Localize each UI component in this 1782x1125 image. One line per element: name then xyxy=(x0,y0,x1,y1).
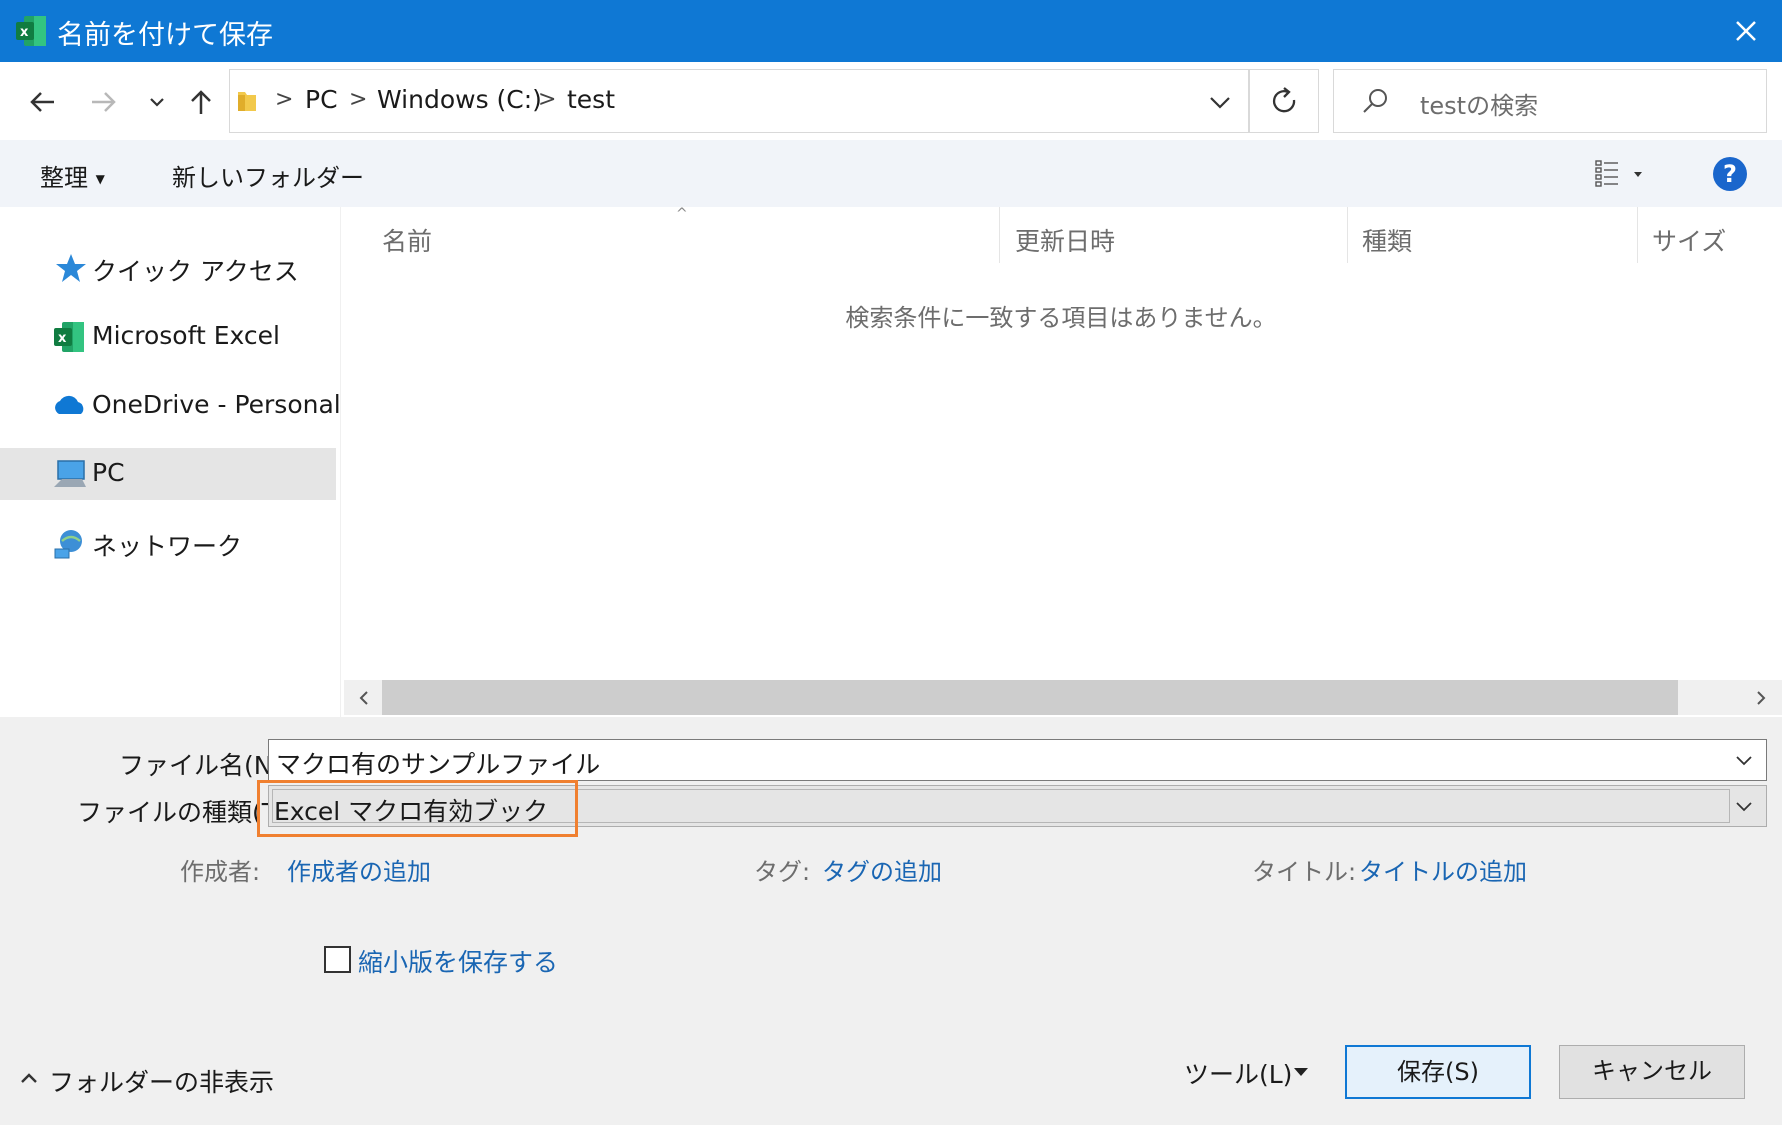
change-view-button[interactable] xyxy=(1590,156,1650,192)
arrow-left-icon xyxy=(30,92,54,112)
filename-input[interactable]: マクロ有のサンプルファイル xyxy=(276,745,600,781)
star-icon xyxy=(56,254,86,282)
pane-divider xyxy=(340,207,341,717)
filename-combobox[interactable]: マクロ有のサンプルファイル xyxy=(268,739,1767,781)
save-thumbnail-label[interactable]: 縮小版を保存する xyxy=(358,943,558,979)
sidebar-item-label: ネットワーク xyxy=(92,532,243,561)
column-header-type[interactable]: 種類 xyxy=(1362,222,1412,258)
column-header-name[interactable]: 名前 xyxy=(382,222,432,258)
add-title-link[interactable]: タイトルの追加 xyxy=(1359,852,1527,887)
save-button[interactable]: 保存(S) xyxy=(1345,1045,1531,1099)
sidebar-item-label: クイック アクセス xyxy=(92,257,299,286)
empty-list-message: 検索条件に一致する項目はありません。 xyxy=(845,304,1277,332)
folder-icon xyxy=(238,92,256,111)
tools-button[interactable]: ツール(L) xyxy=(1184,1055,1314,1091)
address-dropdown-button[interactable] xyxy=(1200,82,1240,122)
author-label: 作成者: xyxy=(180,858,261,886)
details-view-icon xyxy=(1595,160,1642,187)
arrow-right-icon xyxy=(92,92,116,112)
network-icon xyxy=(54,530,82,559)
breadcrumb-drive[interactable]: Windows (C:) xyxy=(377,85,542,114)
column-divider[interactable] xyxy=(1637,207,1638,263)
sidebar-item-label: PC xyxy=(92,458,125,487)
column-divider[interactable] xyxy=(999,207,1000,263)
chevron-up-icon xyxy=(21,1073,37,1083)
chevron-right-icon xyxy=(1757,691,1766,705)
add-tags-link[interactable]: タグの追加 xyxy=(822,852,942,887)
organize-label: 整理 xyxy=(40,164,88,192)
chevron-down-icon[interactable] xyxy=(1731,749,1757,773)
column-divider[interactable] xyxy=(1347,207,1348,263)
title-label: タイトル: xyxy=(1252,858,1357,886)
search-icon xyxy=(1363,89,1387,113)
new-folder-button[interactable]: 新しいフォルダー xyxy=(172,158,364,193)
scroll-right-button[interactable] xyxy=(1749,686,1773,710)
forward-button[interactable] xyxy=(84,82,124,122)
chevron-down-icon xyxy=(150,98,164,107)
sidebar-item-network[interactable]: ネットワーク xyxy=(0,517,336,569)
breadcrumb-pc[interactable]: PC xyxy=(305,85,338,114)
refresh-icon xyxy=(1272,87,1296,113)
back-button[interactable] xyxy=(22,82,62,122)
organize-button[interactable]: 整理 ▼ xyxy=(40,158,105,193)
computer-icon xyxy=(54,460,86,487)
up-button[interactable] xyxy=(181,82,221,122)
dropdown-caret-icon xyxy=(1294,1068,1308,1076)
column-header-modified[interactable]: 更新日時 xyxy=(1015,222,1115,258)
save-thumbnail-checkbox[interactable] xyxy=(324,946,351,973)
search-input[interactable]: testの検索 xyxy=(1420,86,1538,121)
dropdown-caret-icon: ▼ xyxy=(95,172,105,186)
add-author-link[interactable]: 作成者の追加 xyxy=(287,852,431,887)
excel-icon: x xyxy=(16,16,46,46)
chevron-left-icon xyxy=(359,691,368,705)
annotation-highlight-box xyxy=(257,780,578,837)
sidebar-item-quick-access[interactable]: クイック アクセス xyxy=(0,242,336,294)
breadcrumb-test[interactable]: test xyxy=(567,85,615,114)
refresh-button[interactable] xyxy=(1249,69,1319,133)
tools-label: ツール(L) xyxy=(1184,1060,1293,1089)
chevron-down-icon[interactable] xyxy=(1731,795,1757,819)
scrollbar-thumb[interactable] xyxy=(382,680,1678,715)
filename-label: ファイル名(N): xyxy=(119,751,291,780)
hide-folders-button[interactable]: フォルダーの非表示 xyxy=(18,1063,274,1097)
close-button[interactable] xyxy=(1723,8,1769,54)
scroll-left-button[interactable] xyxy=(352,686,376,710)
sidebar-item-label: OneDrive - Personal xyxy=(92,390,341,419)
sidebar-item-pc[interactable]: PC xyxy=(0,448,336,500)
sort-ascending-icon: ^ xyxy=(676,206,688,222)
hide-folders-label: フォルダーの非表示 xyxy=(49,1068,275,1097)
window-title: 名前を付けて保存 xyxy=(57,20,273,51)
column-header-size[interactable]: サイズ xyxy=(1652,222,1726,258)
sidebar-item-onedrive[interactable]: OneDrive - Personal xyxy=(0,380,341,432)
help-button[interactable]: ? xyxy=(1713,157,1747,191)
cancel-button[interactable]: キャンセル xyxy=(1559,1045,1745,1099)
recent-locations-button[interactable] xyxy=(137,82,177,122)
search-box[interactable] xyxy=(1333,69,1767,133)
chevron-down-icon xyxy=(1210,97,1230,109)
svg-text:x: x xyxy=(58,331,67,346)
svg-text:x: x xyxy=(20,25,29,40)
tags-label: タグ: xyxy=(754,858,811,886)
arrow-up-icon xyxy=(191,90,211,114)
close-icon xyxy=(1736,21,1756,41)
cloud-icon xyxy=(55,395,84,414)
